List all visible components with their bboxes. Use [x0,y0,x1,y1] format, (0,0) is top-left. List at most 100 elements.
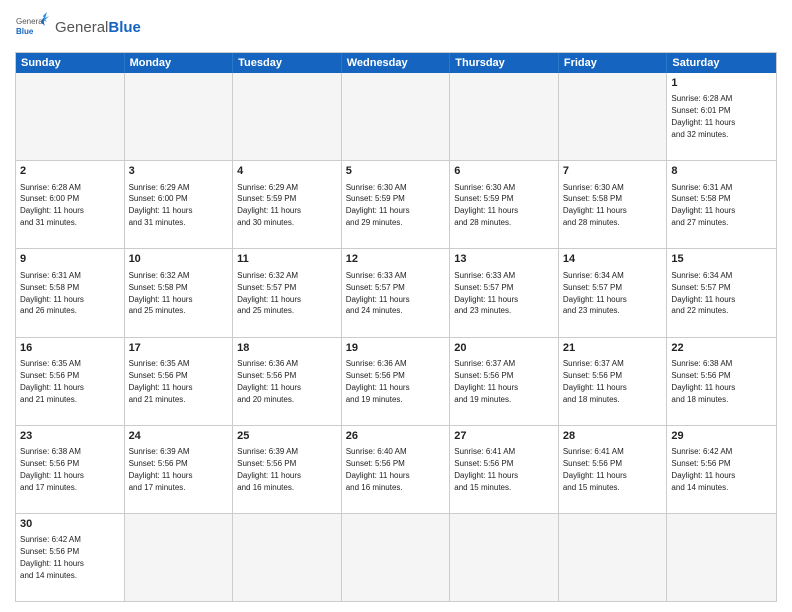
day-number: 20 [454,341,554,356]
page: General Blue GeneralBlue SundayMondayTue… [0,0,792,612]
day-number: 28 [563,429,663,444]
day-number: 15 [671,252,772,267]
cell-sun-info: Sunrise: 6:30 AM Sunset: 5:59 PM Dayligh… [346,183,410,228]
cell-sun-info: Sunrise: 6:33 AM Sunset: 5:57 PM Dayligh… [346,271,410,316]
svg-text:General: General [16,17,45,26]
cell-sun-info: Sunrise: 6:29 AM Sunset: 6:00 PM Dayligh… [129,183,193,228]
cell-sun-info: Sunrise: 6:42 AM Sunset: 5:56 PM Dayligh… [671,447,735,492]
cell-sun-info: Sunrise: 6:35 AM Sunset: 5:56 PM Dayligh… [20,359,84,404]
calendar-header-cell: Friday [559,53,668,73]
day-number: 27 [454,429,554,444]
calendar-cell: 16 Sunrise: 6:35 AM Sunset: 5:56 PM Dayli… [16,338,125,425]
cell-sun-info: Sunrise: 6:36 AM Sunset: 5:56 PM Dayligh… [346,359,410,404]
cell-sun-info: Sunrise: 6:42 AM Sunset: 5:56 PM Dayligh… [20,535,84,580]
logo-blue-text: Blue [108,19,141,36]
cell-sun-info: Sunrise: 6:36 AM Sunset: 5:56 PM Dayligh… [237,359,301,404]
day-number: 7 [563,164,663,179]
calendar-cell [125,514,234,601]
calendar-cell: 1 Sunrise: 6:28 AM Sunset: 6:01 PM Daylig… [667,73,776,160]
calendar-header-cell: Thursday [450,53,559,73]
cell-sun-info: Sunrise: 6:39 AM Sunset: 5:56 PM Dayligh… [129,447,193,492]
calendar-cell: 23Sunrise: 6:38 AM Sunset: 5:56 PM Dayli… [16,426,125,513]
calendar-cell [342,73,451,160]
calendar-cell [233,514,342,601]
calendar-week-row: 9Sunrise: 6:31 AM Sunset: 5:58 PM Daylig… [16,248,776,336]
day-number: 4 [237,164,337,179]
calendar-cell: 18 Sunrise: 6:36 AM Sunset: 5:56 PM Dayli… [233,338,342,425]
cell-sun-info: Sunrise: 6:41 AM Sunset: 5:56 PM Dayligh… [454,447,518,492]
calendar-cell: 8 Sunrise: 6:31 AM Sunset: 5:58 PM Daylig… [667,161,776,248]
calendar-cell: 30Sunrise: 6:42 AM Sunset: 5:56 PM Dayli… [16,514,125,601]
calendar-cell: 10 Sunrise: 6:32 AM Sunset: 5:58 PM Dayli… [125,249,234,336]
cell-sun-info: Sunrise: 6:37 AM Sunset: 5:56 PM Dayligh… [563,359,627,404]
calendar-cell [342,514,451,601]
calendar-cell: 5Sunrise: 6:30 AM Sunset: 5:59 PM Daylig… [342,161,451,248]
day-number: 26 [346,429,446,444]
calendar-cell [125,73,234,160]
calendar-header-cell: Sunday [16,53,125,73]
day-number: 18 [237,341,337,356]
calendar-header: SundayMondayTuesdayWednesdayThursdayFrid… [16,53,776,73]
calendar-cell: 6 Sunrise: 6:30 AM Sunset: 5:59 PM Daylig… [450,161,559,248]
calendar-cell: 3 Sunrise: 6:29 AM Sunset: 6:00 PM Daylig… [125,161,234,248]
cell-sun-info: Sunrise: 6:29 AM Sunset: 5:59 PM Dayligh… [237,183,301,228]
calendar-cell: 21Sunrise: 6:37 AM Sunset: 5:56 PM Dayli… [559,338,668,425]
calendar-week-row: 23Sunrise: 6:38 AM Sunset: 5:56 PM Dayli… [16,425,776,513]
day-number: 22 [671,341,772,356]
logo-icon: General Blue [15,10,51,46]
cell-sun-info: Sunrise: 6:31 AM Sunset: 5:58 PM Dayligh… [20,271,84,316]
day-number: 3 [129,164,229,179]
cell-sun-info: Sunrise: 6:37 AM Sunset: 5:56 PM Dayligh… [454,359,518,404]
cell-sun-info: Sunrise: 6:34 AM Sunset: 5:57 PM Dayligh… [563,271,627,316]
cell-sun-info: Sunrise: 6:30 AM Sunset: 5:59 PM Dayligh… [454,183,518,228]
day-number: 14 [563,252,663,267]
cell-sun-info: Sunrise: 6:35 AM Sunset: 5:56 PM Dayligh… [129,359,193,404]
day-number: 13 [454,252,554,267]
day-number: 11 [237,252,337,267]
calendar-cell: 25Sunrise: 6:39 AM Sunset: 5:56 PM Dayli… [233,426,342,513]
cell-sun-info: Sunrise: 6:28 AM Sunset: 6:00 PM Dayligh… [20,183,84,228]
calendar-header-cell: Tuesday [233,53,342,73]
calendar-header-cell: Saturday [667,53,776,73]
calendar-week-row: 2 Sunrise: 6:28 AM Sunset: 6:00 PM Daylig… [16,160,776,248]
calendar-cell: 22 Sunrise: 6:38 AM Sunset: 5:56 PM Dayli… [667,338,776,425]
day-number: 2 [20,164,120,179]
calendar-week-row: 30Sunrise: 6:42 AM Sunset: 5:56 PM Dayli… [16,513,776,601]
day-number: 19 [346,341,446,356]
cell-sun-info: Sunrise: 6:38 AM Sunset: 5:56 PM Dayligh… [671,359,735,404]
day-number: 25 [237,429,337,444]
cell-sun-info: Sunrise: 6:41 AM Sunset: 5:56 PM Dayligh… [563,447,627,492]
cell-sun-info: Sunrise: 6:40 AM Sunset: 5:56 PM Dayligh… [346,447,410,492]
day-number: 10 [129,252,229,267]
cell-sun-info: Sunrise: 6:28 AM Sunset: 6:01 PM Dayligh… [671,94,735,139]
calendar-body: 1 Sunrise: 6:28 AM Sunset: 6:01 PM Daylig… [16,73,776,601]
calendar-cell: 2 Sunrise: 6:28 AM Sunset: 6:00 PM Daylig… [16,161,125,248]
day-number: 6 [454,164,554,179]
calendar-cell [16,73,125,160]
day-number: 8 [671,164,772,179]
calendar-cell: 20 Sunrise: 6:37 AM Sunset: 5:56 PM Dayli… [450,338,559,425]
day-number: 12 [346,252,446,267]
cell-sun-info: Sunrise: 6:30 AM Sunset: 5:58 PM Dayligh… [563,183,627,228]
cell-sun-info: Sunrise: 6:32 AM Sunset: 5:58 PM Dayligh… [129,271,193,316]
day-number: 29 [671,429,772,444]
calendar-cell: 19 Sunrise: 6:36 AM Sunset: 5:56 PM Dayli… [342,338,451,425]
logo-general-text: General [55,19,108,36]
calendar-cell: 17 Sunrise: 6:35 AM Sunset: 5:56 PM Dayli… [125,338,234,425]
calendar-cell: 14 Sunrise: 6:34 AM Sunset: 5:57 PM Dayli… [559,249,668,336]
calendar-header-cell: Monday [125,53,234,73]
calendar-week-row: 1 Sunrise: 6:28 AM Sunset: 6:01 PM Daylig… [16,73,776,160]
day-number: 24 [129,429,229,444]
calendar-cell: 11Sunrise: 6:32 AM Sunset: 5:57 PM Dayli… [233,249,342,336]
cell-sun-info: Sunrise: 6:31 AM Sunset: 5:58 PM Dayligh… [671,183,735,228]
day-number: 17 [129,341,229,356]
day-number: 1 [671,76,772,91]
calendar-cell: 4 Sunrise: 6:29 AM Sunset: 5:59 PM Daylig… [233,161,342,248]
calendar-cell [559,73,668,160]
calendar-cell: 28 Sunrise: 6:41 AM Sunset: 5:56 PM Dayli… [559,426,668,513]
calendar-cell: 24 Sunrise: 6:39 AM Sunset: 5:56 PM Dayli… [125,426,234,513]
calendar-cell: 15Sunrise: 6:34 AM Sunset: 5:57 PM Dayli… [667,249,776,336]
calendar-cell [559,514,668,601]
calendar-cell: 26 Sunrise: 6:40 AM Sunset: 5:56 PM Dayli… [342,426,451,513]
day-number: 16 [20,341,120,356]
